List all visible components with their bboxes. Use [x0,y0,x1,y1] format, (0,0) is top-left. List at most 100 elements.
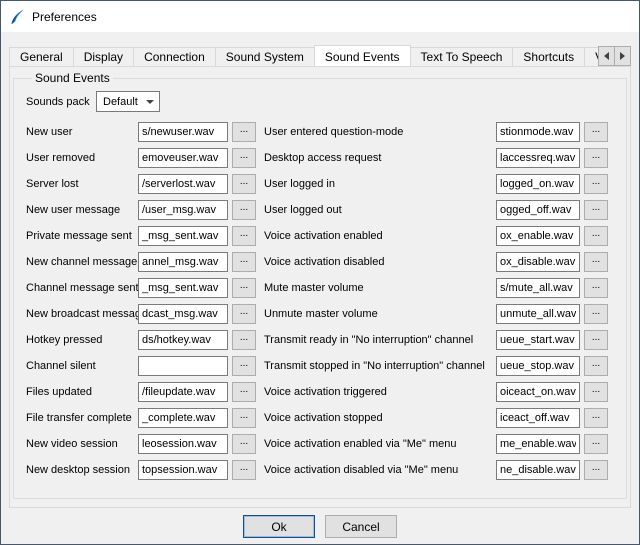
browse-button[interactable]: ... [584,226,608,246]
tab-shortcuts[interactable]: Shortcuts [512,47,585,66]
sound-event-label: Server lost [26,178,138,190]
sound-event-row: Transmit stopped in "No interruption" ch… [264,356,608,376]
sound-event-label: Mute master volume [264,282,496,294]
sound-event-label: Voice activation stopped [264,412,496,424]
browse-button[interactable]: ... [232,122,256,142]
sound-event-row: Voice activation triggered... [264,382,608,402]
sound-event-label: File transfer complete [26,412,138,424]
browse-button[interactable]: ... [232,382,256,402]
browse-button[interactable]: ... [232,460,256,480]
sound-event-label: Files updated [26,386,138,398]
ok-button[interactable]: Ok [243,515,315,538]
tab-connection[interactable]: Connection [133,47,216,66]
group-title: Sound Events [32,71,113,85]
sound-event-row: Voice activation disabled... [264,252,608,272]
window-title: Preferences [32,10,97,24]
browse-button[interactable]: ... [584,122,608,142]
tab-scroll-left-button[interactable] [598,46,615,66]
sound-file-input[interactable] [496,278,580,298]
sound-file-input[interactable] [496,382,580,402]
sound-file-input[interactable] [496,460,580,480]
sound-file-input[interactable] [496,148,580,168]
sound-file-input[interactable] [496,434,580,454]
sound-file-input[interactable] [496,252,580,272]
sound-file-input[interactable] [138,356,228,376]
sound-file-input[interactable] [138,408,228,428]
browse-button[interactable]: ... [584,356,608,376]
browse-button[interactable]: ... [584,200,608,220]
browse-button[interactable]: ... [584,408,608,428]
sound-file-input[interactable] [496,304,580,324]
tab-bar: GeneralDisplayConnectionSound SystemSoun… [9,45,631,66]
browse-button[interactable]: ... [584,460,608,480]
browse-button[interactable]: ... [232,174,256,194]
sound-file-input[interactable] [138,382,228,402]
sound-file-input[interactable] [138,226,228,246]
tab-sound-events[interactable]: Sound Events [314,45,411,66]
sound-file-input[interactable] [496,226,580,246]
sound-event-label: Transmit ready in "No interruption" chan… [264,334,496,346]
sounds-pack-row: Sounds pack Default [26,91,614,112]
sound-file-input[interactable] [496,200,580,220]
sound-file-input[interactable] [138,148,228,168]
tab-text-to-speech[interactable]: Text To Speech [410,47,514,66]
sound-file-input[interactable] [496,174,580,194]
browse-button[interactable]: ... [584,252,608,272]
sound-file-input[interactable] [138,174,228,194]
sound-event-label: Desktop access request [264,152,496,164]
sound-file-input[interactable] [138,200,228,220]
tab-display[interactable]: Display [73,47,134,66]
sound-events-group: Sound Events Sounds pack Default New use… [13,71,627,499]
sounds-pack-value: Default [103,96,138,108]
sound-file-input[interactable] [496,122,580,142]
browse-button[interactable]: ... [232,200,256,220]
sound-file-input[interactable] [496,356,580,376]
browse-button[interactable]: ... [584,174,608,194]
sound-event-row: Transmit ready in "No interruption" chan… [264,330,608,350]
sound-file-input[interactable] [138,434,228,454]
browse-button[interactable]: ... [584,148,608,168]
right-arrow-icon [620,52,625,60]
sound-file-input[interactable] [138,330,228,350]
browse-button[interactable]: ... [232,330,256,350]
browse-button[interactable]: ... [584,382,608,402]
sound-event-label: New user message [26,204,138,216]
browse-button[interactable]: ... [232,356,256,376]
sound-event-label: Voice activation disabled via "Me" menu [264,464,496,476]
sound-event-row: New video session... [26,434,256,454]
browse-button[interactable]: ... [232,252,256,272]
sound-file-input[interactable] [138,304,228,324]
browse-button[interactable]: ... [584,434,608,454]
sound-file-input[interactable] [138,278,228,298]
browse-button[interactable]: ... [584,278,608,298]
tab-general[interactable]: General [9,47,74,66]
browse-button[interactable]: ... [232,434,256,454]
browse-button[interactable]: ... [232,408,256,428]
browse-button[interactable]: ... [232,226,256,246]
preferences-window: Preferences GeneralDisplayConnectionSoun… [0,0,640,545]
sound-file-input[interactable] [138,460,228,480]
sound-file-input[interactable] [138,122,228,142]
sound-event-label: Unmute master volume [264,308,496,320]
dialog-buttons: Ok Cancel [1,515,639,538]
sound-event-row: User logged in... [264,174,608,194]
sound-file-input[interactable] [138,252,228,272]
tab-sound-system[interactable]: Sound System [215,47,315,66]
browse-button[interactable]: ... [584,330,608,350]
sound-file-input[interactable] [496,330,580,350]
sound-event-row: Voice activation enabled... [264,226,608,246]
browse-button[interactable]: ... [232,278,256,298]
tab-scroll-right-button[interactable] [614,46,631,66]
browse-button[interactable]: ... [232,304,256,324]
app-icon [9,9,25,25]
sound-event-label: Channel message sent [26,282,138,294]
browse-button[interactable]: ... [232,148,256,168]
sound-events-rows: New user...User removed...Server lost...… [26,122,614,486]
sounds-pack-dropdown[interactable]: Default [96,91,160,112]
sound-event-row: Desktop access request... [264,148,608,168]
sound-event-row: File transfer complete... [26,408,256,428]
cancel-button[interactable]: Cancel [325,515,397,538]
sound-event-row: Files updated... [26,382,256,402]
sound-file-input[interactable] [496,408,580,428]
browse-button[interactable]: ... [584,304,608,324]
